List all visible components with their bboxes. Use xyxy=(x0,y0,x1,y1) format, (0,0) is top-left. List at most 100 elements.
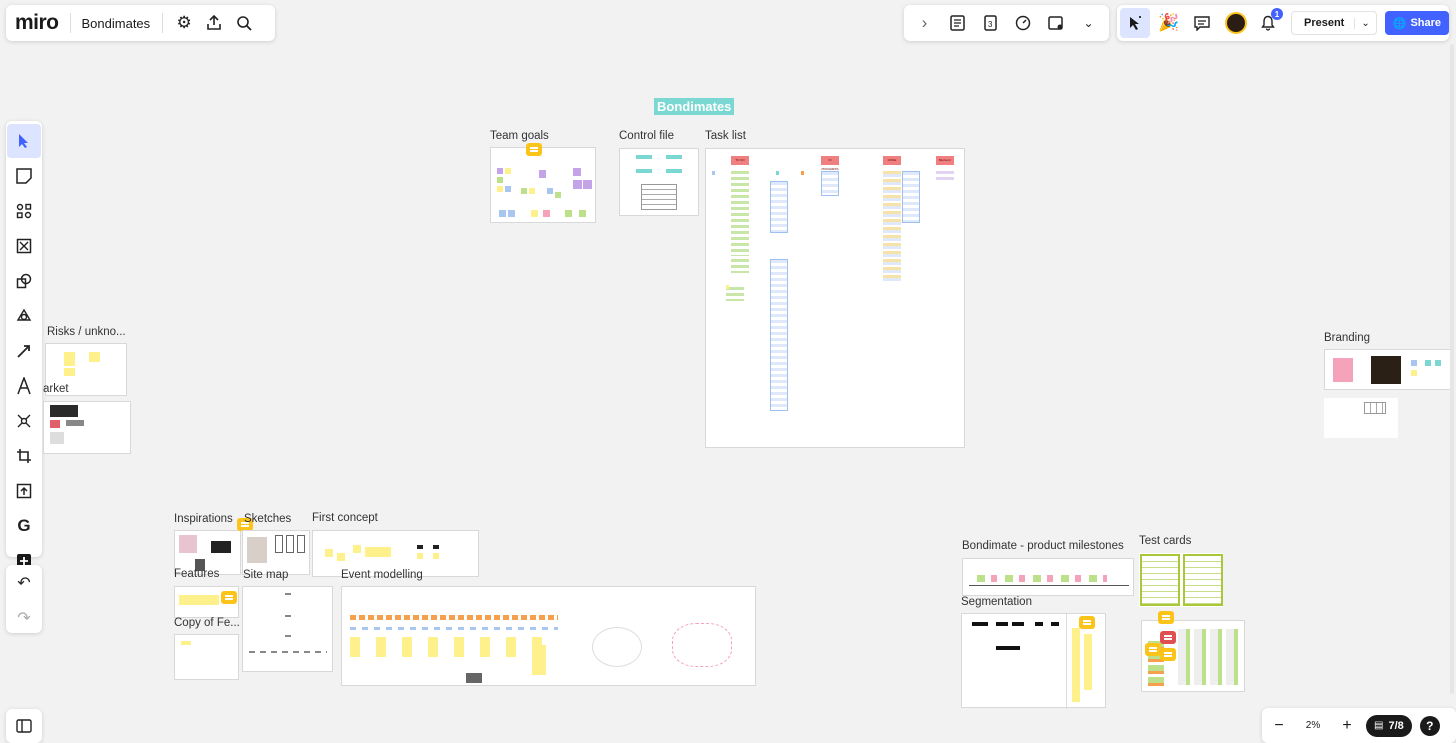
table[interactable] xyxy=(641,184,677,210)
comment-icon[interactable] xyxy=(1079,616,1095,629)
sticky-note[interactable] xyxy=(181,641,191,645)
frame-label-inspirations[interactable]: Inspirations xyxy=(174,513,233,525)
sticky-note[interactable] xyxy=(89,352,100,362)
sticky-note[interactable] xyxy=(353,545,361,553)
shape[interactable] xyxy=(417,545,423,549)
sticky-note[interactable] xyxy=(64,368,75,376)
sketch-diagram[interactable] xyxy=(592,627,642,667)
export-icon[interactable] xyxy=(199,8,229,38)
sketch-image[interactable] xyxy=(275,535,283,553)
shape[interactable] xyxy=(636,169,652,173)
frame-event-modelling[interactable] xyxy=(341,586,756,686)
zoom-out-button[interactable]: − xyxy=(1268,717,1290,735)
task-cards-blocked[interactable] xyxy=(936,171,954,181)
reactions-icon[interactable]: 🎉 xyxy=(1154,8,1184,38)
upload-icon[interactable] xyxy=(7,474,41,508)
segment-label[interactable] xyxy=(1035,622,1043,626)
cursor-follow-icon[interactable] xyxy=(1120,8,1150,38)
sticky-note[interactable] xyxy=(497,186,503,192)
frame-branding[interactable] xyxy=(1324,349,1451,390)
screenshot-thumbnail[interactable] xyxy=(66,420,84,426)
test-card[interactable] xyxy=(1140,554,1180,606)
screenshot-thumbnail[interactable] xyxy=(1178,629,1240,685)
task-cards-done[interactable] xyxy=(883,171,901,281)
segment-label[interactable] xyxy=(996,646,1020,650)
sticky-note[interactable] xyxy=(531,210,538,217)
undo-icon[interactable]: ↶ xyxy=(7,566,41,600)
sticky-note[interactable] xyxy=(539,170,546,178)
frame-test-screens[interactable] xyxy=(1141,620,1245,692)
chevron-right-icon[interactable]: › xyxy=(909,8,939,38)
frame-task-list[interactable]: TO DO IN PROGRESS DONE Blocked / Questio… xyxy=(705,148,965,448)
sticky-note[interactable] xyxy=(573,168,581,176)
vertical-scrollbar[interactable] xyxy=(1450,44,1454,694)
frame-control-file[interactable] xyxy=(619,148,699,216)
sticky-note[interactable] xyxy=(365,547,391,557)
sticky-note[interactable] xyxy=(417,553,423,559)
shape[interactable] xyxy=(666,155,682,159)
frame-label-features[interactable]: Features xyxy=(174,568,219,580)
sticky-note[interactable] xyxy=(555,192,561,198)
sitemap-row[interactable] xyxy=(249,651,327,653)
zoom-in-button[interactable]: + xyxy=(1336,717,1358,735)
sticky-note[interactable] xyxy=(521,188,527,194)
sitemap-node[interactable] xyxy=(285,635,291,637)
sticky-note[interactable] xyxy=(497,177,503,183)
sticky-note[interactable] xyxy=(547,188,553,194)
frame-copy-features[interactable] xyxy=(174,634,239,680)
column-header-in-progress[interactable]: IN PROGRESS xyxy=(821,156,839,171)
sticky-note[interactable] xyxy=(505,168,511,174)
frame-label-copy-features[interactable]: Copy of Fe... xyxy=(174,617,240,629)
segment-label[interactable] xyxy=(1051,622,1059,626)
brand-image[interactable] xyxy=(1333,358,1353,382)
frame-label-sketches[interactable]: Sketches xyxy=(244,513,291,525)
comment-icon[interactable] xyxy=(526,143,542,156)
timer-icon[interactable] xyxy=(1008,8,1038,38)
color-swatch[interactable] xyxy=(1425,360,1431,366)
timeline[interactable] xyxy=(969,585,1129,586)
voting-icon[interactable] xyxy=(1041,8,1071,38)
event-row-yellow[interactable] xyxy=(350,637,550,657)
more-icon[interactable]: ⌄ xyxy=(1074,8,1104,38)
task-cards-todo[interactable] xyxy=(731,259,749,273)
sticky-note-icon[interactable] xyxy=(7,159,41,193)
frame-label-market[interactable]: arket xyxy=(43,383,69,395)
board-name[interactable]: Bondimates xyxy=(82,16,151,31)
event-row-blue[interactable] xyxy=(350,627,558,630)
sticky-note[interactable] xyxy=(712,171,715,175)
connector-icon[interactable] xyxy=(7,334,41,368)
sticky-note[interactable] xyxy=(499,210,506,217)
segment-label[interactable] xyxy=(1012,622,1024,626)
task-cards-todo[interactable] xyxy=(731,171,749,256)
comment-icon[interactable] xyxy=(1160,631,1176,644)
board-panel-toggle[interactable] xyxy=(6,709,42,743)
shape[interactable] xyxy=(636,155,652,159)
column-header-done[interactable]: DONE xyxy=(883,156,901,165)
color-swatch[interactable] xyxy=(1411,370,1417,376)
help-button[interactable]: ? xyxy=(1419,715,1440,736)
sticky-note[interactable] xyxy=(801,171,804,175)
comments-icon[interactable] xyxy=(1188,8,1218,38)
screenshot-thumbnail[interactable] xyxy=(50,420,60,428)
sticky-note[interactable] xyxy=(565,210,572,217)
board-title[interactable]: Bondimates xyxy=(654,98,735,115)
sticky-note[interactable] xyxy=(529,188,535,194)
present-dropdown-icon[interactable]: ⌄ xyxy=(1354,17,1375,29)
segment-label[interactable] xyxy=(996,622,1008,626)
share-button[interactable]: 🌐 Share xyxy=(1384,11,1450,35)
sticky-note[interactable] xyxy=(583,180,592,189)
sticky-note[interactable] xyxy=(179,595,219,605)
frame-label-team-goals[interactable]: Team goals xyxy=(490,130,549,142)
screenshot-thumbnail[interactable] xyxy=(50,405,78,417)
screenshot-thumbnail[interactable] xyxy=(179,535,197,553)
sticky-note[interactable] xyxy=(505,186,511,192)
bell-icon[interactable]: 1 xyxy=(1253,8,1283,38)
event-row-orange[interactable] xyxy=(350,615,558,620)
frame-label-task-list[interactable]: Task list xyxy=(705,130,746,142)
notes-icon[interactable] xyxy=(942,8,972,38)
task-cards-todo-blue[interactable] xyxy=(770,259,788,411)
sketch-image[interactable] xyxy=(297,535,305,553)
table[interactable] xyxy=(1364,402,1386,414)
comment-icon[interactable] xyxy=(1160,648,1176,661)
sticky-note[interactable] xyxy=(543,210,550,217)
